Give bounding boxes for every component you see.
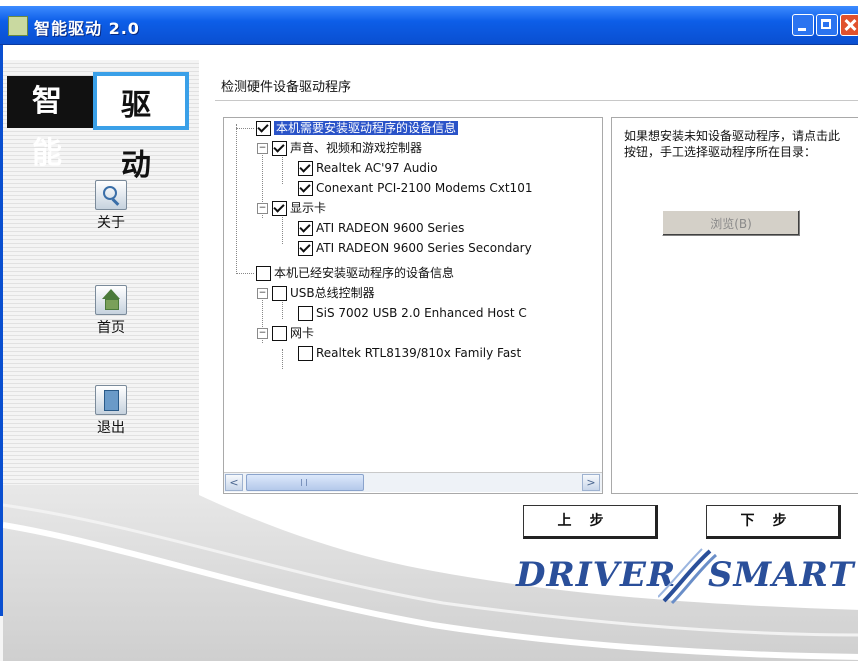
divider: [215, 100, 858, 101]
tree-item-label: ATI RADEON 9600 Series Secondary: [316, 241, 532, 255]
tree-item[interactable]: Conexant PCI-2100 Modems Cxt101: [298, 178, 532, 198]
tree-item[interactable]: Realtek RTL8139/810x Family Fast: [298, 343, 521, 363]
device-tree[interactable]: 本机需要安装驱动程序的设备信息 − 声音、视频和游戏控制器 Realtek AC'…: [224, 118, 602, 473]
checkbox[interactable]: [298, 221, 313, 236]
info-panel: 如果想安装未知设备驱动程序，请点击此按钮，手工选择驱动程序所在目录： 浏览(B): [611, 117, 858, 494]
checkbox[interactable]: [272, 141, 287, 156]
sidebar-item-label: 首页: [97, 320, 125, 336]
sidebar: 智 能 驱 动 关于 首页 退出: [3, 60, 199, 540]
checkbox[interactable]: [272, 201, 287, 216]
logo: 智 能 驱 动: [7, 72, 193, 183]
collapse-icon[interactable]: −: [257, 288, 268, 299]
sidebar-item-label: 关于: [97, 215, 125, 231]
tree-item-label: 网卡: [290, 326, 315, 340]
home-icon: [95, 285, 127, 315]
tree-item[interactable]: − USB总线控制器: [257, 283, 375, 303]
tree-item-label: SiS 7002 USB 2.0 Enhanced Host C: [316, 306, 527, 320]
main-content: 检测硬件设备驱动程序 本机需要安装驱动程序的设备信息 − 声音、视频和游戏控制器: [199, 60, 858, 500]
brand-left: DRIVER: [516, 555, 677, 595]
checkbox[interactable]: [256, 121, 271, 136]
exit-icon: [95, 385, 127, 415]
brand-right: SMART: [708, 555, 855, 595]
checkbox[interactable]: [272, 326, 287, 341]
tree-item-label: USB总线控制器: [290, 286, 375, 300]
collapse-icon[interactable]: −: [257, 328, 268, 339]
browse-button[interactable]: 浏览(B): [662, 210, 800, 236]
tree-item-label: Realtek RTL8139/810x Family Fast: [316, 346, 522, 360]
tree-line: [236, 124, 237, 274]
close-button[interactable]: [840, 14, 858, 36]
app-icon: [8, 16, 28, 36]
tree-line: [282, 154, 283, 184]
tree-line: [236, 273, 254, 274]
maximize-button[interactable]: [816, 14, 838, 36]
checkbox[interactable]: [298, 306, 313, 321]
sidebar-item-home[interactable]: 首页: [83, 285, 139, 337]
tree-item[interactable]: Realtek AC'97 Audio: [298, 158, 438, 178]
magnifier-icon: [95, 180, 127, 210]
collapse-icon[interactable]: −: [257, 203, 268, 214]
tree-item-label: Realtek AC'97 Audio: [316, 161, 438, 175]
tree-item[interactable]: ATI RADEON 9600 Series Secondary: [298, 238, 532, 258]
sidebar-item-about[interactable]: 关于: [83, 180, 139, 232]
tree-item[interactable]: ATI RADEON 9600 Series: [298, 218, 464, 238]
checkbox[interactable]: [272, 286, 287, 301]
info-text: 如果想安装未知设备驱动程序，请点击此按钮，手工选择驱动程序所在目录：: [624, 129, 841, 159]
checkbox[interactable]: [298, 181, 313, 196]
tree-item-label: ATI RADEON 9600 Series: [316, 221, 465, 235]
tree-item[interactable]: 本机已经安装驱动程序的设备信息: [256, 263, 454, 283]
collapse-icon[interactable]: −: [257, 143, 268, 154]
tree-item-label: 本机需要安装驱动程序的设备信息: [274, 121, 459, 135]
tree-item[interactable]: − 声音、视频和游戏控制器: [257, 138, 422, 158]
tree-line: [282, 349, 283, 369]
window-title: 智能驱动 2.0: [34, 19, 140, 38]
sidebar-item-label: 退出: [97, 420, 125, 436]
tree-item-label: 声音、视频和游戏控制器: [290, 141, 423, 155]
section-title: 检测硬件设备驱动程序: [221, 80, 352, 95]
tree-line: [282, 214, 283, 244]
sidebar-item-exit[interactable]: 退出: [83, 385, 139, 437]
tree-item[interactable]: 本机需要安装驱动程序的设备信息: [256, 118, 459, 138]
logo-left: 智 能: [7, 76, 93, 171]
tree-item-label: Conexant PCI-2100 Modems Cxt101: [316, 181, 533, 195]
tree-item[interactable]: SiS 7002 USB 2.0 Enhanced Host C: [298, 303, 527, 323]
prev-step-button[interactable]: 上步: [523, 505, 658, 539]
title-bar[interactable]: 智能驱动 2.0: [0, 6, 858, 45]
logo-right: 驱 动: [93, 72, 189, 183]
tree-line: [236, 128, 254, 129]
tree-item[interactable]: − 网卡: [257, 323, 314, 343]
tree-item-label: 本机已经安装驱动程序的设备信息: [274, 266, 455, 280]
app-window: 智 能 驱 动 关于 首页 退出 检测硬件设备驱动程序 本机需要安装驱动程序的设…: [0, 45, 858, 661]
tree-item[interactable]: − 显示卡: [257, 198, 326, 218]
tree-item-label: 显示卡: [290, 201, 327, 215]
checkbox[interactable]: [256, 266, 271, 281]
minimize-button[interactable]: [792, 14, 814, 36]
logo-right-text: 驱 动: [121, 88, 157, 183]
device-tree-panel: 本机需要安装驱动程序的设备信息 − 声音、视频和游戏控制器 Realtek AC'…: [223, 117, 603, 494]
checkbox[interactable]: [298, 241, 313, 256]
next-step-button[interactable]: 下步: [706, 505, 841, 539]
brand-logo: DRIVER SMART: [508, 548, 854, 605]
checkbox[interactable]: [298, 161, 313, 176]
checkbox[interactable]: [298, 346, 313, 361]
